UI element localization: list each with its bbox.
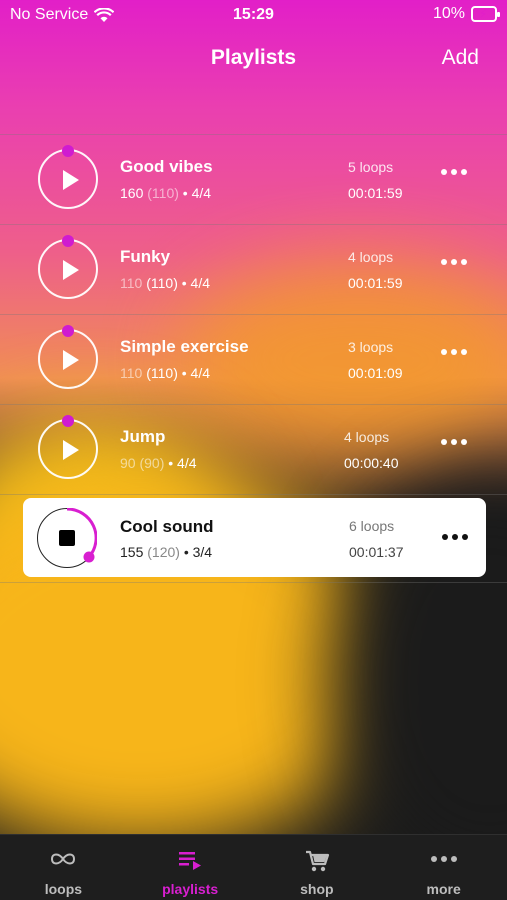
playlist-loops: 3 loops: [348, 339, 394, 355]
playlist-base-bpm: (120): [147, 544, 180, 560]
page-title: Playlists: [210, 46, 297, 69]
tab-label: more: [426, 881, 461, 897]
play-button[interactable]: [38, 325, 98, 389]
tab-playlists[interactable]: playlists: [127, 835, 254, 900]
playlist-tempo: 160 (110) • 4/4: [120, 185, 211, 201]
more-options-icon[interactable]: [442, 534, 468, 540]
playlist-meter: • 4/4: [177, 365, 211, 381]
playlist-bpm: 110: [120, 365, 143, 381]
playlist-base-bpm: (110): [146, 275, 178, 291]
playlist-name: Good vibes: [120, 157, 213, 176]
playlist-tempo: 155 (120) • 3/4: [120, 544, 212, 560]
playlist-row-playing[interactable]: Cool sound 155 (120) • 3/4 6 loops 00:01…: [23, 498, 486, 577]
playlist-meter: • 3/4: [179, 544, 213, 560]
playlist-bpm: 110: [120, 275, 143, 291]
playlist-tempo: 110 (110) • 4/4: [120, 275, 210, 291]
play-button[interactable]: [38, 415, 98, 479]
playlist-base-bpm: (110): [146, 365, 178, 381]
divider: [0, 582, 507, 583]
playlist-meter: • 4/4: [178, 185, 212, 201]
playlist-loops: 4 loops: [348, 249, 394, 265]
cart-icon: [305, 850, 329, 872]
playlist-bpm: 90: [120, 455, 136, 471]
playlist-duration: 00:01:09: [348, 365, 403, 381]
playlist-loops: 4 loops: [344, 429, 390, 445]
playlist-duration: 00:01:59: [348, 275, 403, 291]
more-options-icon[interactable]: [441, 349, 467, 355]
tab-label: loops: [44, 881, 83, 897]
progress-dot: [62, 145, 74, 157]
progress-dot: [62, 235, 74, 247]
playlist-loops: 6 loops: [349, 518, 395, 534]
playlist-icon: [179, 852, 202, 870]
playlist-row[interactable]: Funky 110 (110) • 4/4 4 loops 00:01:59: [0, 225, 507, 314]
battery-status: 10% ⚡: [432, 5, 500, 23]
playlist-meter: • 4/4: [177, 275, 211, 291]
tab-loops[interactable]: loops: [0, 835, 127, 900]
playlist-name: Jump: [120, 427, 166, 446]
stop-icon: [59, 530, 75, 546]
progress-dot: [62, 325, 74, 337]
playlist-duration: 00:01:37: [349, 544, 404, 560]
playlist-name: Simple exercise: [120, 337, 249, 356]
play-button[interactable]: [38, 235, 98, 299]
play-icon: [63, 170, 79, 190]
playlist-tempo: 110 (110) • 4/4: [120, 365, 210, 381]
playlist-list: Good vibes 160 (110) • 4/4 5 loops 00:01…: [0, 134, 507, 495]
more-options-icon[interactable]: [441, 169, 467, 175]
nav-bar: Playlists Add: [0, 38, 507, 78]
playlist-bpm: 160: [120, 185, 144, 201]
infinity-icon: [51, 853, 76, 865]
playlist-duration: 00:01:59: [348, 185, 403, 201]
progress-dot: [62, 415, 74, 427]
tab-label: shop: [300, 881, 334, 897]
playlist-name: Cool sound: [120, 517, 214, 536]
play-icon: [63, 260, 79, 280]
add-button[interactable]: Add: [442, 46, 479, 70]
more-dots-icon: [430, 856, 457, 862]
playlist-row[interactable]: Simple exercise 110 (110) • 4/4 3 loops …: [0, 315, 507, 404]
playlist-meter: • 4/4: [164, 455, 197, 471]
tab-bar: loops playlists shop more: [0, 834, 507, 900]
playlist-duration: 00:00:40: [344, 455, 399, 471]
play-button[interactable]: [38, 145, 98, 209]
battery-icon: ⚡: [471, 6, 500, 22]
status-time: 15:29: [233, 6, 274, 23]
playlist-base-bpm: (110): [147, 185, 179, 201]
status-bar: No Service 15:29 10% ⚡: [0, 0, 507, 30]
playlist-row[interactable]: Jump 90 (90) • 4/4 4 loops 00:00:40: [0, 405, 507, 494]
playlist-loops: 5 loops: [348, 159, 394, 175]
playlist-tempo: 90 (90) • 4/4: [120, 455, 197, 471]
playlist-base-bpm: (90): [139, 455, 165, 471]
tab-label: playlists: [162, 881, 219, 897]
playlist-bpm: 155: [120, 544, 144, 560]
play-icon: [63, 350, 79, 370]
more-options-icon[interactable]: [441, 259, 467, 265]
playlist-row[interactable]: Good vibes 160 (110) • 4/4 5 loops 00:01…: [0, 135, 507, 224]
tab-shop[interactable]: shop: [254, 835, 381, 900]
tab-more[interactable]: more: [380, 835, 507, 900]
more-options-icon[interactable]: [441, 439, 467, 445]
play-icon: [63, 440, 79, 460]
playlist-name: Funky: [120, 247, 171, 266]
battery-percent: 10%: [432, 5, 465, 22]
divider: [0, 494, 507, 495]
